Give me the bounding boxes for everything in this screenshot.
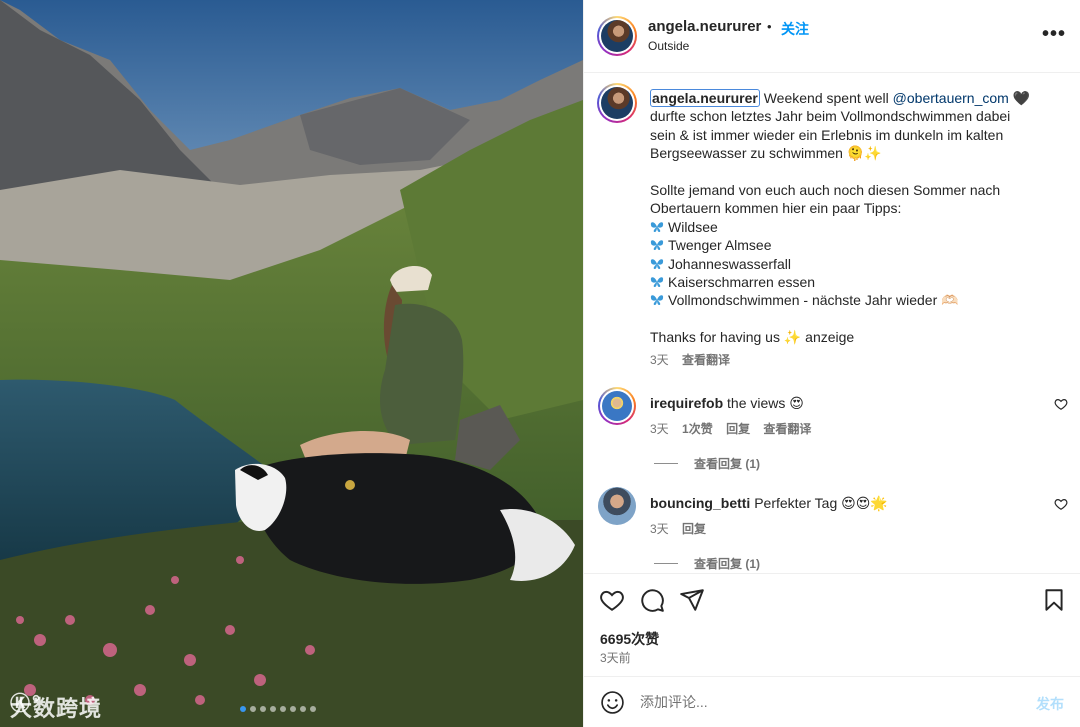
reply-button[interactable]: 回复 [682, 522, 706, 536]
mention-link[interactable]: @obertauern_com [893, 90, 1009, 106]
watermark: Ⓚ° 大数跨境 [10, 690, 102, 724]
post-actions: 6695次赞 3天前 [584, 573, 1080, 676]
comment-body: the views 😍 [727, 395, 804, 411]
carousel-dot [270, 706, 276, 712]
separator-dot: • [767, 19, 772, 34]
bookmark-icon[interactable] [1041, 587, 1067, 613]
butterfly-icon [650, 277, 664, 288]
avatar-image [601, 20, 633, 52]
butterfly-icon [650, 240, 664, 251]
mountain-lake-photo [0, 0, 583, 727]
comment-text: irequirefob the views 😍 [650, 395, 804, 412]
comment-time[interactable]: 3天 [650, 522, 669, 536]
carousel-dot [300, 706, 306, 712]
view-replies-button[interactable]: 查看回复 (1) [654, 455, 760, 472]
caption-username[interactable]: angela.neururer [650, 89, 760, 107]
likes-count[interactable]: 6695次赞 [600, 629, 659, 649]
avatar-image [601, 87, 633, 119]
carousel-dot [310, 706, 316, 712]
comment-likes[interactable]: 1次赞 [682, 422, 713, 436]
author-avatar[interactable] [597, 16, 637, 56]
tip-item: Johanneswasserfall [650, 255, 1060, 273]
tip-item: Twenger Almsee [650, 236, 1060, 254]
caption-meta: 3天 查看翻译 [650, 351, 1060, 369]
add-comment-bar: 发布 [584, 676, 1080, 727]
comment-meta: 3天 回复 [650, 520, 716, 537]
svg-text:Ⓚ°: Ⓚ° [10, 691, 42, 715]
posted-time[interactable]: 3天前 [600, 649, 631, 666]
caption-line: Obertauern kommen hier ein paar Tipps: [650, 200, 902, 217]
avatar-image [598, 487, 636, 525]
caption-line: Bergseewasser zu schwimmen 🫠✨ [650, 145, 882, 162]
caption-line: angela.neururer Weekend spent well @ober… [650, 89, 1060, 107]
post-caption: angela.neururer Weekend spent well @ober… [650, 89, 1060, 369]
comments-list[interactable]: angela.neururer Weekend spent well @ober… [584, 73, 1080, 573]
caption-line [650, 163, 1060, 181]
commenter-avatar[interactable] [598, 487, 636, 525]
carousel-dot [260, 706, 266, 712]
location-label[interactable]: Outside [648, 39, 689, 53]
butterfly-icon [650, 222, 664, 232]
replies-divider [654, 463, 678, 464]
caption-line: durfte schon letztes Jahr beim Vollmonds… [650, 108, 1011, 125]
watermark-logo-icon: Ⓚ° [10, 691, 42, 715]
caption-author-avatar[interactable] [597, 83, 637, 123]
tip-item: Vollmondschwimmen - nächste Jahr wieder … [650, 291, 1060, 309]
comment-body: Perfekter Tag 😍😍🌟 [754, 495, 888, 511]
carousel-dots [240, 706, 316, 712]
share-icon[interactable] [679, 587, 705, 613]
reply-button[interactable]: 回复 [726, 422, 750, 436]
commenter-username[interactable]: irequirefob [650, 395, 723, 411]
add-comment-input[interactable] [640, 689, 1010, 715]
author-username[interactable]: angela.neururer [648, 18, 761, 35]
comment-meta: 3天 1次赞 回复 查看翻译 [650, 420, 821, 437]
avatar-image [602, 391, 632, 421]
follow-button[interactable]: 关注 [781, 19, 809, 39]
post-comment-button[interactable]: 发布 [1036, 694, 1064, 714]
caption-line: sein & ist immer wieder ein Erlebnis im … [650, 126, 1004, 143]
heart-icon[interactable] [1054, 397, 1068, 411]
more-horizontal-icon[interactable]: ••• [1042, 24, 1066, 44]
carousel-dot [280, 706, 286, 712]
post-photo[interactable]: Ⓚ° 大数跨境 [0, 0, 583, 727]
caption-line: Sollte jemand von euch auch noch diesen … [650, 182, 1001, 199]
translate-link[interactable]: 查看翻译 [682, 353, 730, 367]
carousel-dot [290, 706, 296, 712]
comment-text: bouncing_betti Perfekter Tag 😍😍🌟 [650, 495, 888, 512]
butterfly-icon [650, 258, 664, 269]
carousel-dot [240, 706, 246, 712]
caption-text: 🖤 [1008, 90, 1031, 106]
carousel-dot [250, 706, 256, 712]
view-replies-button[interactable]: 查看回复 (1) [654, 555, 760, 572]
replies-divider [654, 563, 678, 564]
comment-time[interactable]: 3天 [650, 422, 669, 436]
tip-item: Kaiserschmarren essen [650, 273, 1060, 291]
tip-item: Wildsee [650, 218, 1060, 236]
heart-icon[interactable] [1054, 497, 1068, 511]
view-replies-label: 查看回复 (1) [694, 457, 761, 471]
caption-time[interactable]: 3天 [650, 353, 669, 367]
heart-icon[interactable] [599, 587, 625, 613]
commenter-avatar[interactable] [598, 387, 636, 425]
post-header: angela.neururer • 关注 Outside ••• [584, 0, 1080, 73]
caption-text: Weekend spent well [759, 90, 893, 106]
translate-link[interactable]: 查看翻译 [763, 422, 811, 436]
view-replies-label: 查看回复 (1) [694, 557, 761, 571]
post-details-panel: angela.neururer • 关注 Outside ••• angela.… [583, 0, 1080, 727]
butterfly-icon [650, 295, 664, 306]
commenter-username[interactable]: bouncing_betti [650, 495, 750, 511]
comment-icon[interactable] [639, 587, 665, 613]
emoji-icon[interactable] [600, 690, 625, 715]
caption-closing: Thanks for having us ✨ anzeige [650, 329, 855, 346]
